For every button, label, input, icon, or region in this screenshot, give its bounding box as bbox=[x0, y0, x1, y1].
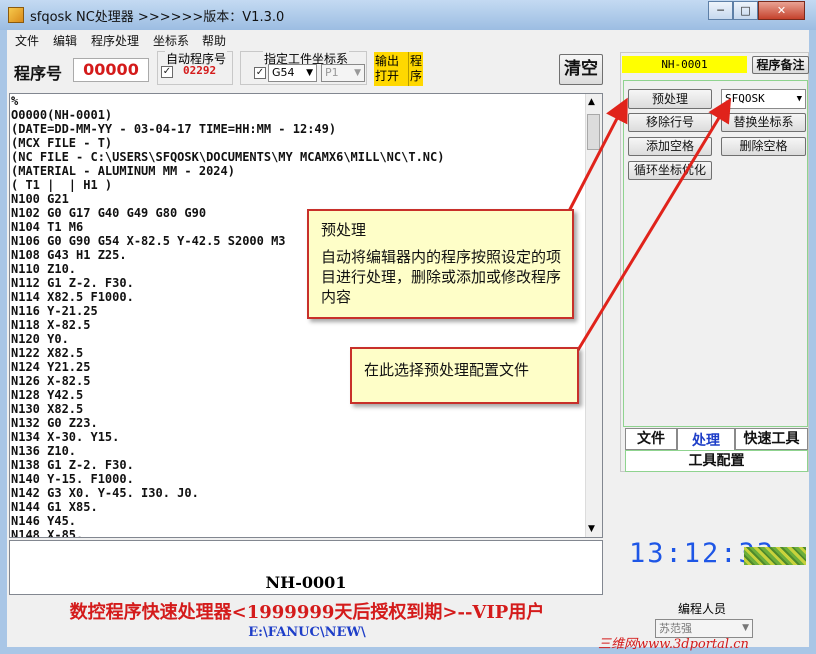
watermark: 三维网www.3dportal.cn bbox=[598, 637, 749, 652]
profile-callout: 在此选择预处理配置文件 bbox=[350, 347, 579, 404]
arrow-to-profile-select bbox=[573, 97, 732, 356]
preprocess-callout: 预处理 自动将编辑器内的程序按照设定的项目进行处理，删除或添加或修改程序内容 bbox=[307, 209, 574, 319]
callout-body: 在此选择预处理配置文件 bbox=[364, 361, 530, 379]
callout-title: 预处理 bbox=[321, 221, 367, 239]
callout-body: 自动将编辑器内的程序按照设定的项目进行处理，删除或添加或修改程序内容 bbox=[321, 248, 562, 306]
annotation-arrows bbox=[565, 97, 732, 356]
app-window: sfqosk NC处理器 >>>>>>版本：V1.3.0 ─ □ ✕ 文件 编辑… bbox=[0, 0, 816, 654]
arrow-to-preprocess bbox=[565, 97, 628, 216]
